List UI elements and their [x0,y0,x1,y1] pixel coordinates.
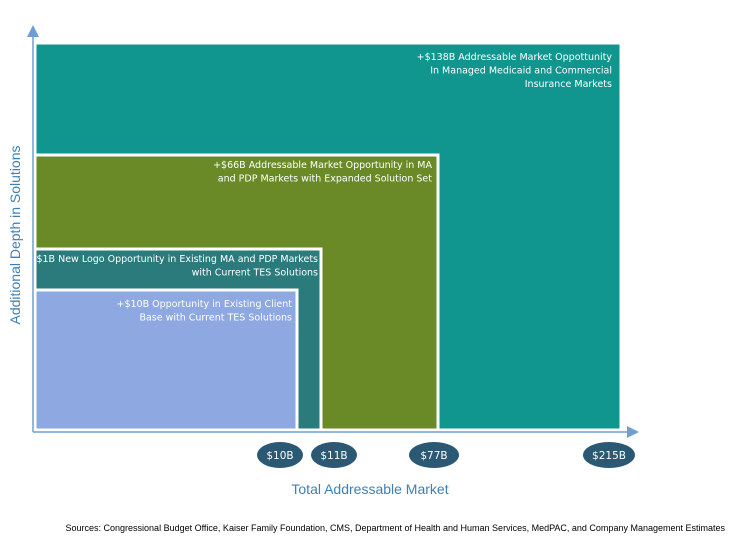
x-axis-title: Total Addressable Market [291,481,448,497]
tick-label-77B: $77B [420,450,447,462]
source-note: Sources: Congressional Budget Office, Ka… [65,523,725,533]
segment-rect-10B [33,288,299,432]
tick-label-11B: $11B [320,450,347,462]
nested-market-chart: +$138B Addressable Market Oppottunity In … [7,25,639,497]
tick-label-215B: $215B [592,450,626,462]
tick-label-10B: $10B [266,450,293,462]
x-axis-ticks: $215B $77B $11B $10B [257,442,635,468]
market-segments [33,41,623,432]
y-axis-title: Additional Depth in Solutions [7,145,23,324]
